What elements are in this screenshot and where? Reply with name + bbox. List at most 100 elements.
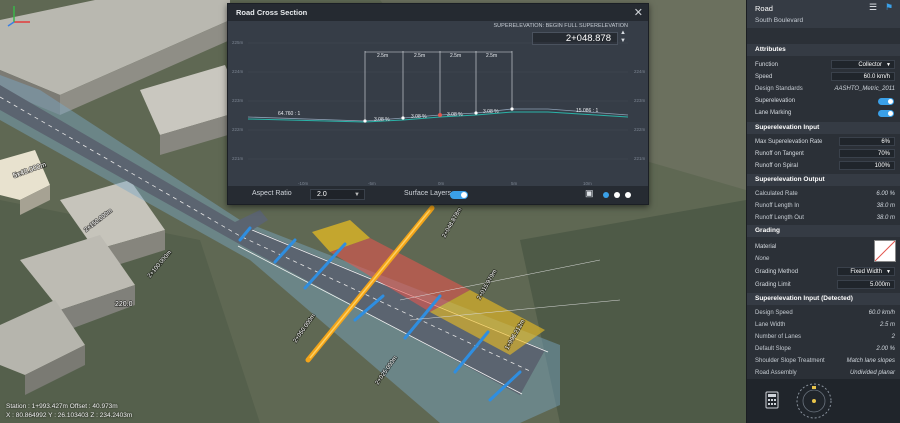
slope-label: 15.086 : 1 xyxy=(576,108,599,114)
runoff-out-row: Runoff Length Out 38.0 m xyxy=(755,213,895,223)
lane-marking-row: Lane Marking xyxy=(755,108,895,118)
runoff-in-row: Runoff Length In 38.0 m xyxy=(755,201,895,211)
close-icon[interactable]: ✕ xyxy=(634,6,643,19)
fit-view-icon[interactable]: ▣ xyxy=(585,188,594,199)
max-rate-label: Max Superelevation Rate xyxy=(755,139,823,145)
runoff-out-value: 38.0 m xyxy=(876,215,895,221)
grading-method-select[interactable]: Fixed Width ▼ xyxy=(837,267,895,276)
runoff-tangent-field[interactable]: 70% xyxy=(839,149,895,158)
lane-width-label: 2.5m xyxy=(450,53,462,59)
material-value: None xyxy=(755,256,770,262)
page-dot[interactable] xyxy=(625,192,631,198)
design-standards-row: Design Standards AASHTO_Metric_2011 xyxy=(755,84,895,94)
runoff-in-value: 38.0 m xyxy=(876,203,895,209)
function-label: Function xyxy=(755,62,779,68)
lane-width-label: 2.5m xyxy=(414,53,426,59)
runoff-tangent-row: Runoff on Tangent 70% xyxy=(755,149,895,159)
runoff-tangent-label: Runoff on Tangent xyxy=(755,151,804,157)
grading-limit-label: Grading Limit xyxy=(755,282,791,288)
runoff-in-label: Runoff Length In xyxy=(755,203,800,209)
function-value: Collector xyxy=(858,62,882,68)
slope-label: 3.08 % xyxy=(447,112,463,118)
lanes-row: Number of Lanes 2 xyxy=(755,332,895,342)
lanes-value: 2 xyxy=(891,334,895,340)
speed-row: Speed 60.0 km/h xyxy=(755,72,895,82)
building-label: 220.0 xyxy=(115,301,133,308)
cross-section-graphic xyxy=(247,42,629,160)
panel-bottom-bar xyxy=(747,379,900,423)
grading-method-label: Grading Method xyxy=(755,269,799,275)
calc-rate-row: Calculated Rate 6.00 % xyxy=(755,189,895,199)
flag-icon[interactable]: ⚑ xyxy=(885,2,893,13)
chevron-down-icon: ▼ xyxy=(354,192,360,198)
slope-label: 3.08 % xyxy=(483,109,499,115)
chevron-down-icon: ▼ xyxy=(886,269,891,275)
section-attributes[interactable]: Attributes xyxy=(747,44,900,56)
function-select[interactable]: Collector ▼ xyxy=(831,60,895,69)
lanes-label: Number of Lanes xyxy=(755,334,802,340)
aspect-ratio-value: 2.0 xyxy=(317,191,327,198)
grading-method-value: Fixed Width xyxy=(850,269,882,275)
cross-section-plot[interactable]: SUPERELEVATION: BEGIN FULL SUPERELEVATIO… xyxy=(228,21,648,187)
axis-gizmo-icon xyxy=(7,6,30,27)
calc-rate-label: Calculated Rate xyxy=(755,191,798,197)
default-slope-value: 2.00 % xyxy=(876,346,895,352)
compass-icon[interactable] xyxy=(795,382,833,420)
lane-width-label: Lane Width xyxy=(755,322,786,328)
material-swatch[interactable] xyxy=(874,240,896,262)
page-dot[interactable] xyxy=(614,192,620,198)
aspect-ratio-select[interactable]: 2.0 ▼ xyxy=(310,189,365,200)
properties-panel: Road South Boulevard ☰ ⚑ Attributes Func… xyxy=(746,0,900,423)
menu-icon[interactable]: ☰ xyxy=(869,2,877,13)
lane-width-label: 2.5m xyxy=(486,53,498,59)
superelevation-row: Superelevation xyxy=(755,96,895,106)
lane-width-row: Lane Width 2.5 m xyxy=(755,320,895,330)
speed-value: 60.0 xyxy=(863,74,876,80)
section-superelevation-output[interactable]: Superelevation Output xyxy=(747,174,900,186)
dialog-title: Road Cross Section xyxy=(236,8,308,17)
superelevation-toggle[interactable] xyxy=(878,98,894,105)
section-superelevation-input[interactable]: Superelevation Input xyxy=(747,122,900,134)
assembly-value: Undivided planar xyxy=(849,370,895,376)
panel-subtitle: South Boulevard xyxy=(755,17,804,24)
assembly-row: Road Assembly Undivided planar xyxy=(755,368,895,378)
grading-limit-field[interactable]: 5.000m xyxy=(837,280,895,289)
station-status: Station : 1+993.427m Offset : 40.973m xyxy=(6,403,118,410)
slope-label: 3.08 % xyxy=(411,114,427,120)
default-slope-row: Default Slope 2.00 % xyxy=(755,344,895,354)
assembly-label: Road Assembly xyxy=(755,370,797,376)
grading-method-row: Grading Method Fixed Width ▼ xyxy=(755,267,895,277)
lane-marking-label: Lane Marking xyxy=(755,110,792,116)
panel-title: Road xyxy=(755,4,773,13)
default-slope-label: Default Slope xyxy=(755,346,792,352)
calculator-icon[interactable] xyxy=(765,391,779,409)
slope-label: 64.760 : 1 xyxy=(278,111,301,117)
aspect-ratio-label: Aspect Ratio xyxy=(252,190,292,197)
speed-unit: km/h xyxy=(876,74,890,80)
runoff-spiral-label: Runoff on Spiral xyxy=(755,163,798,169)
lane-marking-toggle[interactable] xyxy=(878,110,894,117)
speed-label: Speed xyxy=(755,74,773,80)
dialog-footer: Aspect Ratio 2.0 ▼ Surface Layers ▣ xyxy=(228,186,648,204)
surface-layers-label: Surface Layers xyxy=(404,190,452,197)
surface-layers-toggle[interactable] xyxy=(450,191,468,199)
panel-header: Road South Boulevard ☰ ⚑ xyxy=(747,0,900,28)
runoff-spiral-field[interactable]: 100% xyxy=(839,161,895,170)
lane-width-label: 2.5m xyxy=(377,53,389,59)
runoff-out-label: Runoff Length Out xyxy=(755,215,804,221)
page-dot[interactable] xyxy=(603,192,609,198)
dialog-titlebar[interactable]: Road Cross Section xyxy=(228,4,648,21)
slope-label: 3.08 % xyxy=(374,117,390,123)
grading-limit-row: Grading Limit 5.000m xyxy=(755,280,895,290)
section-superelevation-detected[interactable]: Superelevation Input (Detected) xyxy=(747,293,900,305)
shoulder-value: Match lane slopes xyxy=(846,358,895,364)
material-label: Material xyxy=(755,244,777,250)
speed-field[interactable]: 60.0 km/h xyxy=(831,72,895,81)
shoulder-label: Shoulder Slope Treatment xyxy=(755,358,825,364)
road-cross-section-dialog[interactable]: Road Cross Section ✕ SUPERELEVATION: BEG… xyxy=(227,3,649,205)
design-standards-label: Design Standards xyxy=(755,86,803,92)
section-grading[interactable]: Grading xyxy=(747,225,900,237)
design-speed-row: Design Speed 60.0 km/h xyxy=(755,308,895,318)
design-standards-value: AASHTO_Metric_2011 xyxy=(834,86,895,92)
max-rate-field[interactable]: 6% xyxy=(839,137,895,146)
